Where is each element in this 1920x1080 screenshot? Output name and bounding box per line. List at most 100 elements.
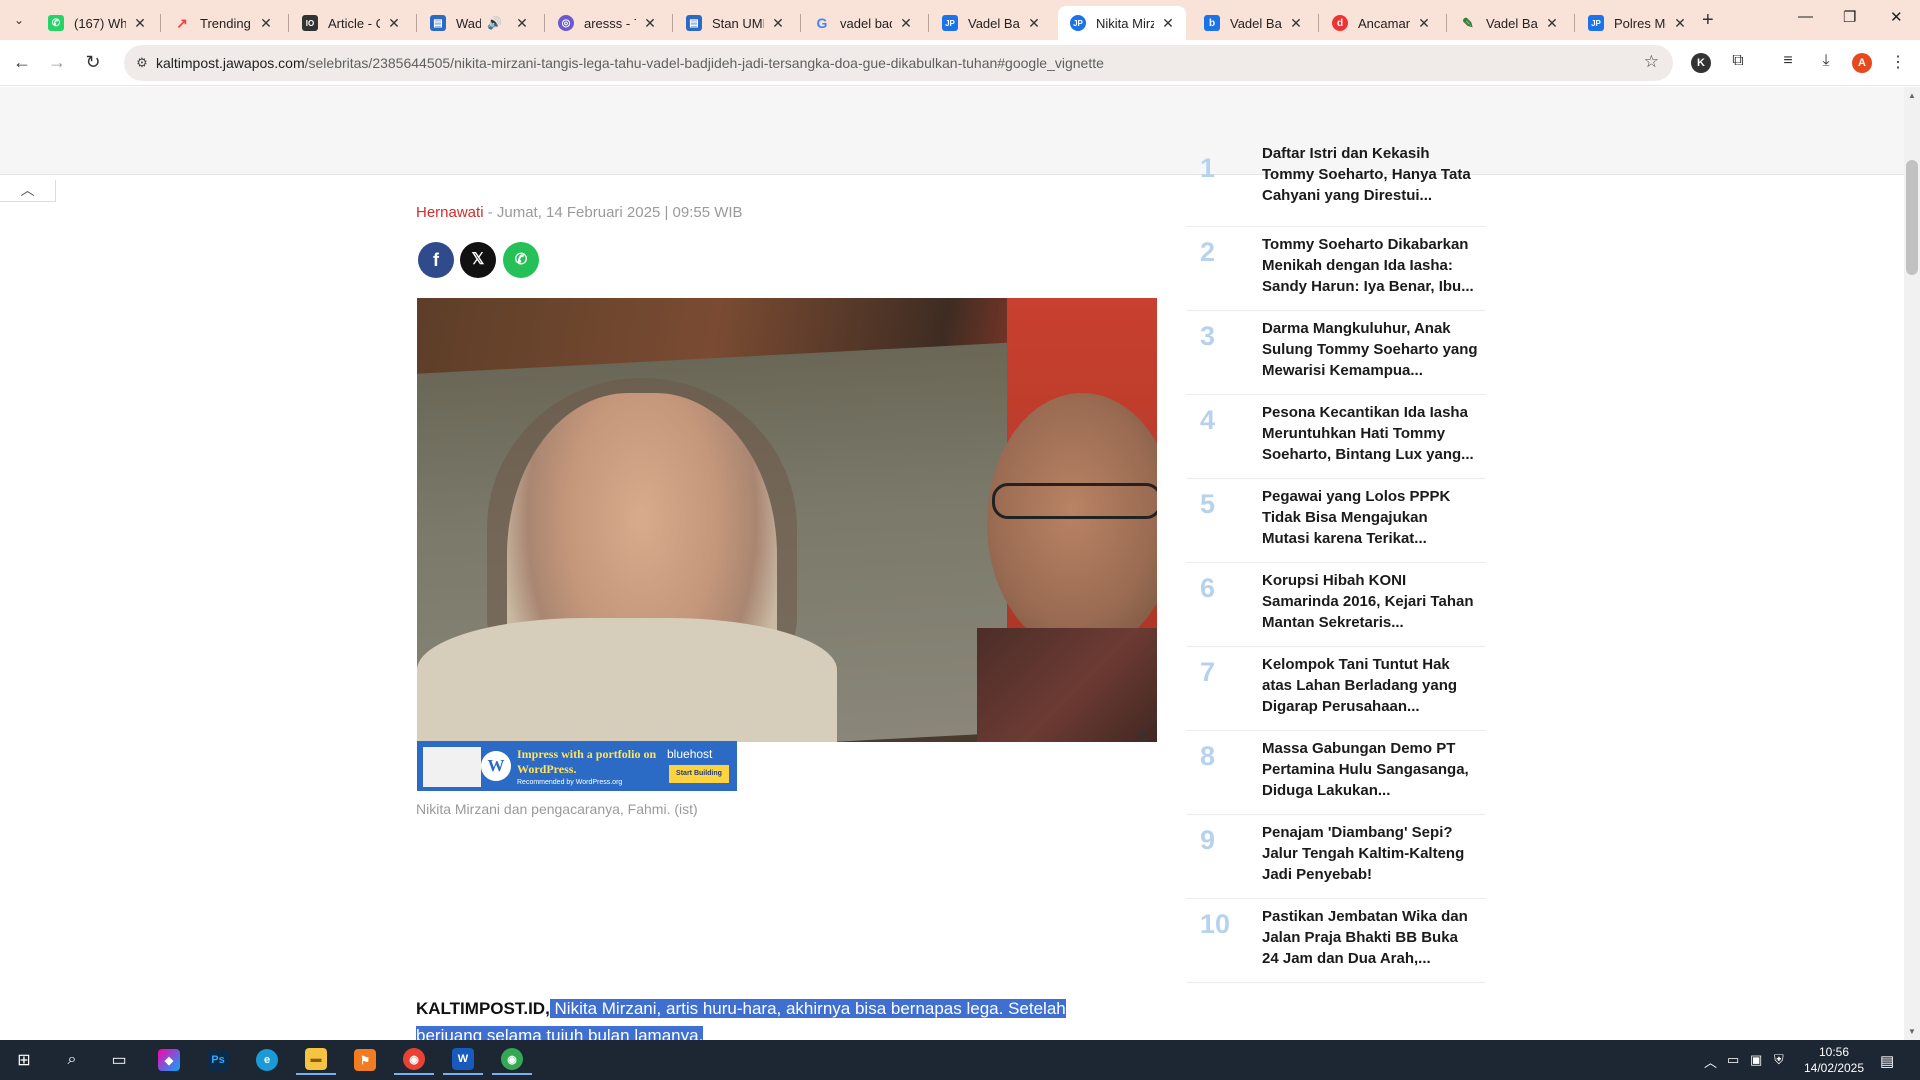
trending-item[interactable]: 1 Daftar Istri dan Kekasih Tommy Soeharto… bbox=[1186, 143, 1486, 227]
network-icon[interactable]: ▭ bbox=[1727, 1052, 1739, 1068]
site-info-icon[interactable]: ⚙ bbox=[132, 53, 152, 73]
trending-title[interactable]: Pesona Kecantikan Ida Iasha Meruntuhkan … bbox=[1262, 402, 1478, 465]
tab-ancaman[interactable]: d Ancaman ✕ bbox=[1320, 6, 1442, 40]
trending-title[interactable]: Pegawai yang Lolos PPPK Tidak Bisa Menga… bbox=[1262, 486, 1478, 549]
edge-icon[interactable]: e bbox=[247, 1045, 287, 1075]
close-icon[interactable]: ✕ bbox=[1672, 15, 1688, 32]
display-icon[interactable]: ▣ bbox=[1750, 1052, 1762, 1068]
trending-item[interactable]: 2 Tommy Soeharto Dikabarkan Menikah denga… bbox=[1186, 227, 1486, 311]
copilot-icon[interactable]: ◆ bbox=[149, 1045, 189, 1075]
trending-item[interactable]: 3 Darma Mangkuluhur, Anak Sulung Tommy So… bbox=[1186, 311, 1486, 395]
collapse-ad-chevron-up-icon[interactable]: ︿ bbox=[0, 180, 56, 202]
task-view-icon[interactable]: ▭ bbox=[99, 1045, 139, 1075]
tab-aresss[interactable]: ◎ aresss - 70 ✕ bbox=[546, 6, 668, 40]
tab-whatsapp[interactable]: ✆ (167) WhatsApp ✕ bbox=[36, 6, 158, 40]
tab-waduh[interactable]: ▤ Waduh 🔊 ✕ bbox=[418, 6, 540, 40]
trending-title[interactable]: Pastikan Jembatan Wika dan Jalan Praja B… bbox=[1262, 906, 1478, 969]
media-control-icon[interactable]: ≡ bbox=[1776, 52, 1800, 70]
close-icon[interactable]: ✕ bbox=[642, 15, 658, 32]
window-close-icon[interactable]: ✕ bbox=[1890, 8, 1903, 26]
close-icon[interactable]: ✕ bbox=[1544, 15, 1560, 32]
ad-headline: Impress with a portfolio on WordPress. bbox=[517, 747, 657, 776]
search-icon[interactable]: ⌕ bbox=[52, 1045, 92, 1075]
author-link[interactable]: Hernawati bbox=[416, 204, 484, 221]
bing-icon: b bbox=[1204, 15, 1220, 31]
close-icon[interactable]: ✕ bbox=[258, 15, 274, 32]
download-icon[interactable]: ⤓ bbox=[1814, 52, 1838, 70]
close-icon[interactable]: ✕ bbox=[132, 15, 148, 32]
scrollbar-thumb[interactable] bbox=[1906, 160, 1918, 275]
close-icon[interactable]: ✕ bbox=[770, 15, 786, 32]
chrome-profile-icon[interactable]: ◉ bbox=[492, 1045, 532, 1075]
word-icon[interactable]: W bbox=[443, 1045, 483, 1075]
trending-title[interactable]: Daftar Istri dan Kekasih Tommy Soeharto,… bbox=[1262, 143, 1478, 206]
tab-title: Article - CMS bbox=[328, 15, 380, 31]
tab-polres[interactable]: JP Polres Metro ✕ bbox=[1576, 6, 1698, 40]
system-clock[interactable]: 10:56 14/02/2025 bbox=[1800, 1044, 1868, 1076]
trending-item[interactable]: 10 Pastikan Jembatan Wika dan Jalan Praja… bbox=[1186, 899, 1486, 983]
tab-stan-umkm[interactable]: ▤ Stan UMKM ✕ bbox=[674, 6, 796, 40]
windows-start-icon[interactable]: ⊞ bbox=[4, 1045, 44, 1075]
ad-cta-button[interactable]: Start Building bbox=[669, 765, 729, 783]
scroll-down-icon[interactable]: ▼ bbox=[1908, 1027, 1916, 1036]
tab-vadel-bing[interactable]: b Vadel Badjideh ✕ bbox=[1192, 6, 1314, 40]
trending-title[interactable]: Kelompok Tani Tuntut Hak atas Lahan Berl… bbox=[1262, 654, 1478, 717]
tray-overflow-icon[interactable]: ︿ bbox=[1704, 1052, 1717, 1071]
back-icon[interactable]: ← bbox=[10, 52, 34, 73]
chrome-icon[interactable]: ◉ bbox=[394, 1045, 434, 1075]
app-orange-icon[interactable]: ⚑ bbox=[345, 1045, 385, 1075]
minimize-icon[interactable]: — bbox=[1798, 8, 1813, 25]
trending-title[interactable]: Massa Gabungan Demo PT Pertamina Hulu Sa… bbox=[1262, 738, 1478, 801]
tab-article[interactable]: IO Article - CMS ✕ bbox=[290, 6, 412, 40]
close-icon[interactable]: ✕ bbox=[1026, 15, 1042, 32]
trending-title[interactable]: Darma Mangkuluhur, Anak Sulung Tommy Soe… bbox=[1262, 318, 1478, 381]
restore-icon[interactable]: ❐ bbox=[1843, 8, 1856, 26]
trending-title[interactable]: Korupsi Hibah KONI Samarinda 2016, Kejar… bbox=[1262, 570, 1478, 633]
menu-icon[interactable]: ⋮ bbox=[1886, 52, 1910, 72]
forward-icon[interactable]: → bbox=[45, 52, 69, 73]
trending-item[interactable]: 7 Kelompok Tani Tuntut Hak atas Lahan Ber… bbox=[1186, 647, 1486, 731]
tab-vadel-feather[interactable]: ✎ Vadel Badjideh ✕ bbox=[1448, 6, 1570, 40]
reload-icon[interactable]: ↻ bbox=[81, 52, 105, 73]
tab-trending[interactable]: ↗ Trending Now ✕ bbox=[162, 6, 284, 40]
whatsapp-share-icon[interactable]: ✆ bbox=[503, 242, 539, 278]
tab-title: vadel badjideh bbox=[840, 15, 892, 31]
new-tab-icon[interactable]: + bbox=[1702, 9, 1714, 32]
speaker-icon[interactable]: 🔊 bbox=[487, 16, 502, 30]
article-byline: Hernawati - Jumat, 14 Februari 2025 | 09… bbox=[416, 204, 743, 221]
file-explorer-icon[interactable]: ▬ bbox=[296, 1045, 336, 1075]
notifications-icon[interactable]: ▤ bbox=[1880, 1052, 1894, 1070]
scroll-up-icon[interactable]: ▲ bbox=[1908, 91, 1916, 100]
x-share-icon[interactable]: 𝕏 bbox=[460, 242, 496, 278]
jp-icon: JP bbox=[942, 15, 958, 31]
extension-k-avatar[interactable]: K bbox=[1691, 53, 1711, 73]
trending-item[interactable]: 4 Pesona Kecantikan Ida Iasha Meruntuhkan… bbox=[1186, 395, 1486, 479]
tab-nikita-active[interactable]: JP Nikita Mirzani ✕ bbox=[1058, 6, 1186, 40]
bookmark-star-icon[interactable]: ☆ bbox=[1644, 52, 1659, 72]
tab-google-search[interactable]: G vadel badjideh ✕ bbox=[802, 6, 924, 40]
close-icon[interactable]: ✕ bbox=[514, 15, 530, 32]
extensions-icon[interactable]: ⧉ bbox=[1726, 52, 1750, 70]
close-icon[interactable]: ✕ bbox=[1288, 15, 1304, 32]
security-shield-icon[interactable]: ⛨ bbox=[1774, 1052, 1784, 1068]
trending-item[interactable]: 5 Pegawai yang Lolos PPPK Tidak Bisa Meng… bbox=[1186, 479, 1486, 563]
trending-title[interactable]: Penajam 'Diambang' Sepi? Jalur Tengah Ka… bbox=[1262, 822, 1478, 885]
trending-item[interactable]: 9 Penajam 'Diambang' Sepi? Jalur Tengah K… bbox=[1186, 815, 1486, 899]
trending-item[interactable]: 6 Korupsi Hibah KONI Samarinda 2016, Keja… bbox=[1186, 563, 1486, 647]
close-icon[interactable]: ✕ bbox=[1416, 15, 1432, 32]
wordpress-ad-banner[interactable]: W Impress with a portfolio on WordPress.… bbox=[417, 741, 737, 791]
address-bar[interactable]: ⚙ kaltimpost.jawapos.com/selebritas/2385… bbox=[124, 45, 1673, 81]
ad-close-button[interactable]: X bbox=[1137, 727, 1146, 742]
trending-title[interactable]: Tommy Soeharto Dikabarkan Menikah dengan… bbox=[1262, 234, 1478, 297]
profile-avatar[interactable]: A bbox=[1852, 53, 1872, 73]
facebook-share-icon[interactable]: f bbox=[418, 242, 454, 278]
close-icon[interactable]: ✕ bbox=[898, 15, 914, 32]
tab-search-icon[interactable]: ⌄ bbox=[8, 9, 30, 31]
url-text[interactable]: kaltimpost.jawapos.com/selebritas/238564… bbox=[156, 55, 1104, 71]
close-icon[interactable]: ✕ bbox=[386, 15, 402, 32]
trending-item[interactable]: 8 Massa Gabungan Demo PT Pertamina Hulu S… bbox=[1186, 731, 1486, 815]
wordpress-logo-icon: W bbox=[481, 751, 511, 781]
photoshop-icon[interactable]: Ps bbox=[198, 1045, 238, 1075]
tab-vadel-1[interactable]: JP Vadel Badjideh ✕ bbox=[930, 6, 1052, 40]
close-icon[interactable]: ✕ bbox=[1160, 15, 1176, 32]
